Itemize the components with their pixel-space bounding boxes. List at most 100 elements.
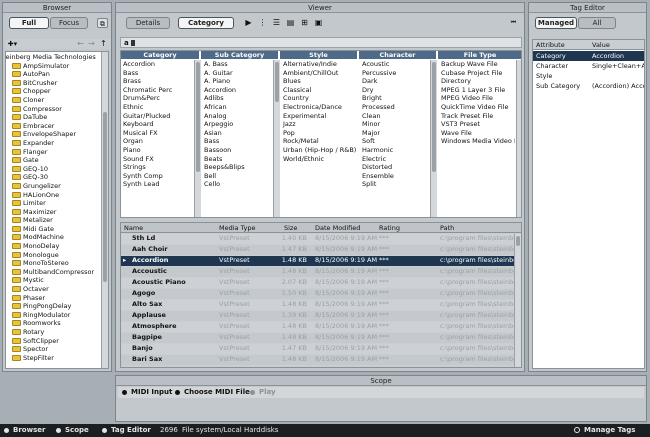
character-item[interactable]: Soft: [360, 137, 430, 146]
style-item[interactable]: Jazz: [281, 120, 357, 129]
tree-item[interactable]: Embracer: [6, 122, 103, 131]
character-scrollbar[interactable]: [430, 60, 437, 217]
play-icon[interactable]: ▶: [243, 18, 254, 28]
choose-midi-button[interactable]: Choose MIDI File: [184, 388, 250, 396]
tag-row[interactable]: Sub Category (Accordion) Acco: [533, 81, 644, 91]
filetype-item[interactable]: Wave File: [439, 129, 515, 138]
tree-item[interactable]: AutoPan: [6, 70, 103, 79]
tree-item[interactable]: Cloner: [6, 96, 103, 105]
category-scrollbar[interactable]: [194, 60, 201, 217]
category-item[interactable]: Brass: [121, 77, 194, 86]
filetype-item[interactable]: Backup Wave File: [439, 60, 515, 69]
filetype-item[interactable]: Cubase Project File: [439, 69, 515, 78]
manage-tags-button[interactable]: Manage Tags: [584, 424, 635, 437]
filetype-scrollbar[interactable]: [516, 60, 521, 217]
browser-scrollbar[interactable]: [101, 52, 108, 368]
category-item[interactable]: Musical FX: [121, 129, 194, 138]
style-item[interactable]: Rock/Metal: [281, 137, 357, 146]
tree-item[interactable]: Mystic: [6, 276, 103, 285]
add-dropdown-icon[interactable]: ✚▾: [7, 39, 18, 49]
back-icon[interactable]: ←: [75, 39, 86, 49]
header-date-modified[interactable]: Date Modified: [315, 223, 360, 233]
category-item[interactable]: Accordion: [121, 60, 194, 69]
subcategory-item[interactable]: A. Bass: [202, 60, 273, 69]
style-item[interactable]: Experimental: [281, 112, 357, 121]
filetype-item[interactable]: Directory: [439, 77, 515, 86]
category-item[interactable]: Chromatic Perc: [121, 86, 194, 95]
style-item[interactable]: Pop: [281, 129, 357, 138]
subcategory-item[interactable]: African: [202, 103, 273, 112]
category-item[interactable]: Synth Lead: [121, 180, 194, 189]
category-item[interactable]: Guitar/Plucked: [121, 112, 194, 121]
style-item[interactable]: World/Ethnic: [281, 155, 357, 164]
style-item[interactable]: Ambient/ChillOut: [281, 69, 357, 78]
col-head-filetype[interactable]: File Type: [438, 51, 521, 59]
subcategory-item[interactable]: Bell: [202, 172, 273, 181]
tree-item[interactable]: Limiter: [6, 199, 103, 208]
category-item[interactable]: Organ: [121, 137, 194, 146]
tree-item[interactable]: Maximizer: [6, 208, 103, 217]
list-view-icon[interactable]: ☰: [271, 18, 282, 28]
result-row[interactable]: Aah Choir VstPreset 1.47 KB 8/15/2006 9:19 …: [121, 245, 515, 255]
subcategory-item[interactable]: Cello: [202, 180, 273, 189]
tree-item[interactable]: Phaser: [6, 294, 103, 303]
collapse-icon[interactable]: ⏮: [508, 18, 519, 28]
category-item[interactable]: Synth Comp: [121, 172, 194, 181]
split-view-icon[interactable]: ▤: [285, 18, 296, 28]
result-row[interactable]: Accordion VstPreset 1.48 KB 8/15/2006 9:19 …: [121, 256, 515, 266]
result-row[interactable]: Applause VstPreset 1.39 KB 8/15/2006 9:19 A…: [121, 311, 515, 321]
tree-item[interactable]: Grungelizer: [6, 182, 103, 191]
category-item[interactable]: Piano: [121, 146, 194, 155]
character-item[interactable]: Distorted: [360, 163, 430, 172]
category-item[interactable]: Keyboard: [121, 120, 194, 129]
category-item[interactable]: Bass: [121, 69, 194, 78]
tree-item[interactable]: Monologue: [6, 251, 103, 260]
cube-icon[interactable]: ▣: [313, 18, 324, 28]
header-media-type[interactable]: Media Type: [219, 223, 256, 233]
tag-row[interactable]: Style: [533, 71, 644, 81]
subcategory-item[interactable]: A. Guitar: [202, 69, 273, 78]
filetype-item[interactable]: MPEG Video File: [439, 94, 515, 103]
subcategory-item[interactable]: Arpeggio: [202, 120, 273, 129]
tree-item[interactable]: SoftClipper: [6, 337, 103, 346]
subcategory-item[interactable]: Beats: [202, 155, 273, 164]
subcategory-item[interactable]: Bass: [202, 137, 273, 146]
character-item[interactable]: Percussive: [360, 69, 430, 78]
character-item[interactable]: Split: [360, 180, 430, 189]
filetype-item[interactable]: QuickTime Video File: [439, 103, 515, 112]
tree-item[interactable]: RingModulator: [6, 311, 103, 320]
tree-item[interactable]: Metalizer: [6, 216, 103, 225]
browser-toggle[interactable]: Browser: [13, 424, 45, 437]
style-item[interactable]: Blues: [281, 77, 357, 86]
tree-item[interactable]: Gate: [6, 156, 103, 165]
tree-item[interactable]: Spector: [6, 345, 103, 354]
result-row[interactable]: Accoustic VstPreset 1.48 KB 8/15/2006 9:19 …: [121, 267, 515, 277]
header-name[interactable]: Name: [124, 223, 143, 233]
browser-scroll-thumb[interactable]: [103, 112, 107, 282]
col-head-category[interactable]: Category: [121, 51, 200, 59]
character-item[interactable]: Harmonic: [360, 146, 430, 155]
col-head-character[interactable]: Character: [359, 51, 437, 59]
tree-item[interactable]: Octaver: [6, 285, 103, 294]
filetype-item[interactable]: Windows Media Video File: [439, 137, 515, 146]
tree-item[interactable]: DaTube: [6, 113, 103, 122]
col-head-subcategory[interactable]: Sub Category: [201, 51, 279, 59]
result-row[interactable]: Bari Sax VstPreset 1.48 KB 8/15/2006 9:19 A…: [121, 355, 515, 365]
result-row[interactable]: Agogo VstPreset 1.50 KB 8/15/2006 9:19 AM **…: [121, 289, 515, 299]
tree-item[interactable]: BitCrusher: [6, 79, 103, 88]
midi-input-button[interactable]: MIDI Input: [131, 388, 172, 396]
result-row[interactable]: Alto Sax VstPreset 1.48 KB 8/15/2006 9:19 A…: [121, 300, 515, 310]
manage-tags-icon[interactable]: [574, 427, 580, 433]
tree-item[interactable]: StepFilter: [6, 354, 103, 363]
result-row[interactable]: Banjo VstPreset 1.47 KB 8/15/2006 9:19 AM **…: [121, 344, 515, 354]
tree-item[interactable]: Rotary: [6, 328, 103, 337]
tree-item[interactable]: Flanger: [6, 148, 103, 157]
browser-toggle-icon[interactable]: [4, 428, 9, 433]
category-item[interactable]: Drum&Perc: [121, 94, 194, 103]
tree-item[interactable]: MultibandCompressor: [6, 268, 103, 277]
tag-row[interactable]: Character Single+Clean+Aco: [533, 61, 644, 71]
tree-item[interactable]: Roomworks: [6, 319, 103, 328]
tree-item[interactable]: HALionOne: [6, 191, 103, 200]
category-item[interactable]: Sound FX: [121, 155, 194, 164]
tree-item[interactable]: GEQ-10: [6, 165, 103, 174]
